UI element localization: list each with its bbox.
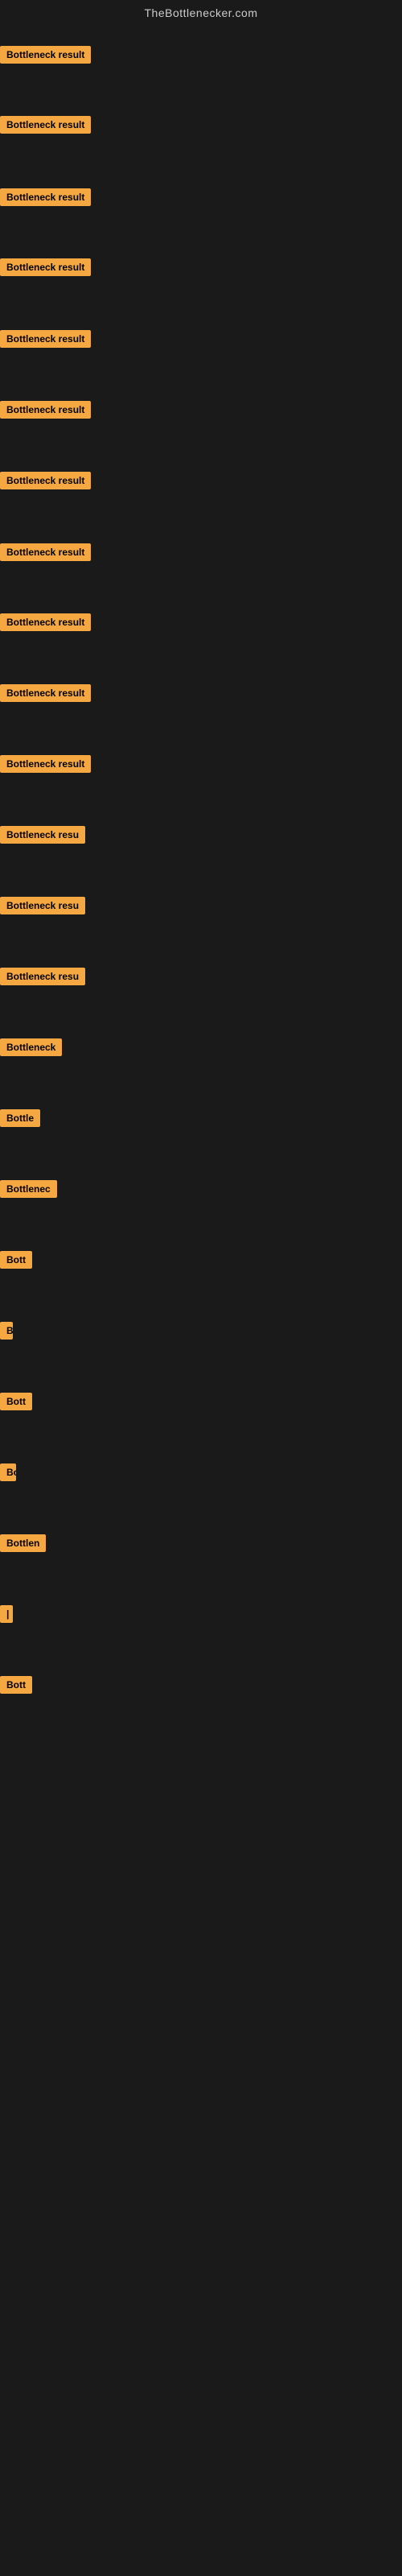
bottleneck-badge: Bottleneck result bbox=[0, 401, 91, 419]
bottleneck-badge: Bott bbox=[0, 1676, 32, 1694]
bottleneck-badge: Bottleneck resu bbox=[0, 826, 85, 844]
site-title: TheBottlenecker.com bbox=[0, 0, 402, 23]
bottleneck-badge: Bottlenec bbox=[0, 1180, 57, 1198]
bottleneck-badge: | bbox=[0, 1605, 13, 1623]
bottleneck-result-item: Bott bbox=[0, 1393, 32, 1414]
bottleneck-result-item: Bottleneck result bbox=[0, 116, 91, 138]
bottleneck-result-item: Bott bbox=[0, 1251, 32, 1273]
bottleneck-result-item: B bbox=[0, 1322, 13, 1344]
bottleneck-badge: Bottleneck result bbox=[0, 755, 91, 773]
bottleneck-result-item: Bottleneck result bbox=[0, 401, 91, 423]
bottleneck-result-item: Bottle bbox=[0, 1109, 40, 1131]
bottleneck-result-item: Bottleneck result bbox=[0, 330, 91, 352]
bottleneck-result-item: Bottleneck bbox=[0, 1038, 62, 1060]
bottleneck-badge: Bottleneck resu bbox=[0, 897, 85, 914]
bottleneck-result-item: Bottleneck resu bbox=[0, 897, 85, 919]
bottleneck-result-item: Bottlenec bbox=[0, 1180, 57, 1202]
bottleneck-result-item: Bottleneck result bbox=[0, 46, 91, 68]
bottleneck-badge: Bottleneck result bbox=[0, 258, 91, 276]
bottleneck-result-item: Bottleneck result bbox=[0, 258, 91, 280]
bottleneck-badge: Bottleneck bbox=[0, 1038, 62, 1056]
bottleneck-result-item: Bott bbox=[0, 1676, 32, 1698]
bottleneck-badge: Bottleneck result bbox=[0, 330, 91, 348]
bottleneck-badge: Bott bbox=[0, 1393, 32, 1410]
bottleneck-result-item: Bottleneck result bbox=[0, 684, 91, 706]
bottleneck-result-item: Bottleneck resu bbox=[0, 826, 85, 848]
bottleneck-badge: Bottleneck result bbox=[0, 188, 91, 206]
bottleneck-badge: Bottleneck result bbox=[0, 46, 91, 64]
bottleneck-badge: Bottlen bbox=[0, 1534, 46, 1552]
bottleneck-result-item: Bottleneck resu bbox=[0, 968, 85, 989]
bottleneck-badge: Bottleneck result bbox=[0, 472, 91, 489]
bottleneck-badge: Bott bbox=[0, 1251, 32, 1269]
bottleneck-result-item: Bottleneck result bbox=[0, 543, 91, 565]
bottleneck-badge: Bo bbox=[0, 1463, 16, 1481]
bottleneck-badge: Bottleneck result bbox=[0, 116, 91, 134]
bottleneck-result-item: | bbox=[0, 1605, 13, 1627]
bottleneck-badge: Bottleneck result bbox=[0, 684, 91, 702]
bottleneck-badge: B bbox=[0, 1322, 13, 1340]
bottleneck-badge: Bottleneck result bbox=[0, 543, 91, 561]
bottleneck-result-item: Bottleneck result bbox=[0, 755, 91, 777]
bottleneck-result-item: Bottleneck result bbox=[0, 472, 91, 493]
bottleneck-result-item: Bottleneck result bbox=[0, 188, 91, 210]
bottleneck-badge: Bottleneck resu bbox=[0, 968, 85, 985]
bottleneck-badge: Bottleneck result bbox=[0, 613, 91, 631]
bottleneck-result-item: Bottlen bbox=[0, 1534, 46, 1556]
bottleneck-badge: Bottle bbox=[0, 1109, 40, 1127]
bottleneck-result-item: Bottleneck result bbox=[0, 613, 91, 635]
bottleneck-result-item: Bo bbox=[0, 1463, 16, 1485]
